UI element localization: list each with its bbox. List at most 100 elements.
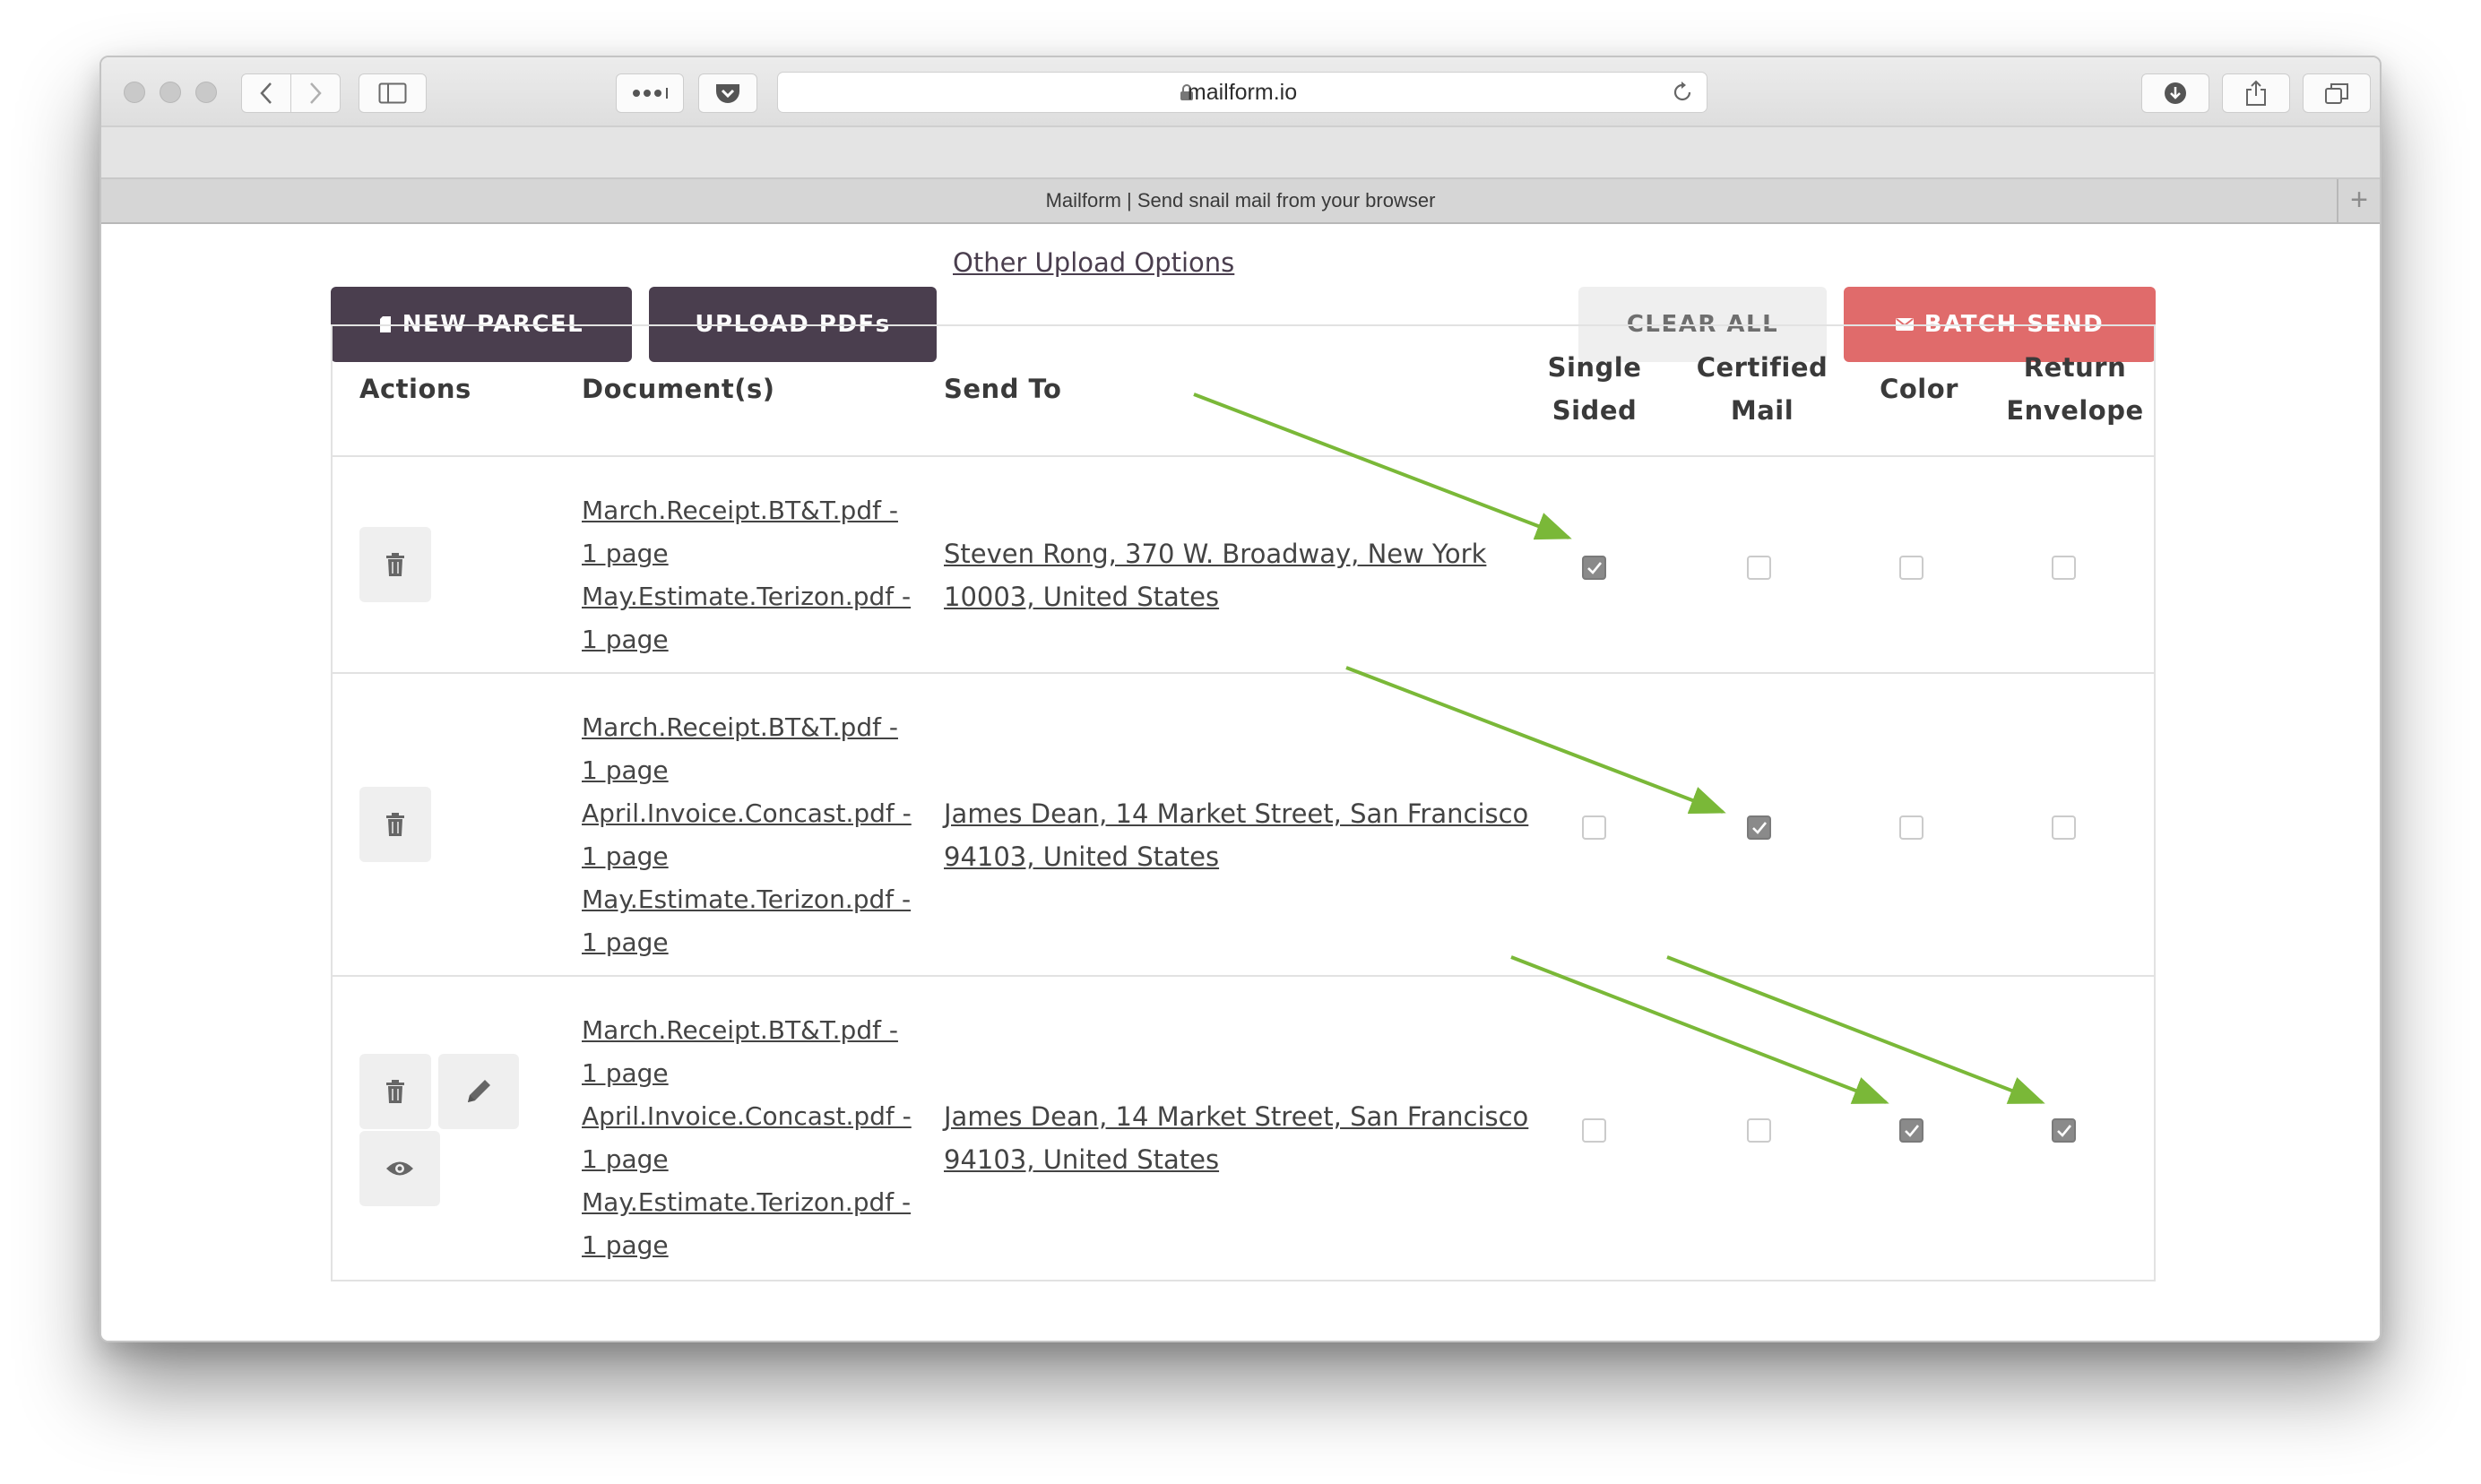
- header-single-sided-line2: Sided: [1552, 395, 1638, 426]
- return-envelope-checkbox[interactable]: [2052, 815, 2076, 840]
- share-button[interactable]: [2222, 73, 2290, 113]
- ellipsis-icon: [633, 88, 668, 99]
- browser-window: mailform.io Mailform | Send snail mail f…: [99, 56, 2382, 1342]
- header-single-sided-line1: Single: [1547, 352, 1642, 383]
- document-link[interactable]: May.Estimate.Terizon.pdf -: [582, 1181, 912, 1224]
- close-window-button[interactable]: [124, 82, 145, 103]
- document-pages-link[interactable]: 1 page: [582, 835, 912, 878]
- page-content: NEW PARCEL UPLOAD PDFs Other Upload Opti…: [101, 226, 2380, 1341]
- tab-bar: Mailform | Send snail mail from your bro…: [101, 179, 2380, 224]
- return-envelope-checkbox[interactable]: [2052, 1118, 2076, 1143]
- row-divider: [333, 672, 2154, 674]
- chevron-right-icon: [310, 82, 322, 104]
- single-sided-checkbox[interactable]: [1582, 1118, 1606, 1143]
- header-return-envelope: Return Envelope: [1993, 346, 2157, 432]
- document-list: March.Receipt.BT&T.pdf - 1 page April.In…: [582, 1009, 912, 1267]
- more-button[interactable]: [616, 73, 684, 113]
- minimize-window-button[interactable]: [160, 82, 181, 103]
- return-envelope-checkbox[interactable]: [2052, 556, 2076, 580]
- pencil-icon: [468, 1080, 490, 1102]
- header-documents: Document(s): [582, 374, 775, 404]
- row-divider: [333, 975, 2154, 977]
- forward-button[interactable]: [290, 73, 341, 113]
- preview-parcel-button[interactable]: [359, 1131, 440, 1206]
- new-tab-button[interactable]: +: [2337, 179, 2380, 222]
- address-bar[interactable]: mailform.io: [777, 72, 1707, 113]
- document-link[interactable]: May.Estimate.Terizon.pdf -: [582, 575, 911, 618]
- checkmark-icon: [2057, 1125, 2072, 1137]
- back-button[interactable]: [241, 73, 291, 113]
- document-list: March.Receipt.BT&T.pdf - 1 page April.In…: [582, 706, 912, 964]
- document-pages-link[interactable]: 1 page: [582, 1052, 912, 1095]
- header-certified-line2: Mail: [1730, 395, 1794, 426]
- document-link[interactable]: March.Receipt.BT&T.pdf -: [582, 706, 912, 749]
- tabs-icon: [2325, 83, 2348, 104]
- checkmark-icon: [1752, 822, 1768, 834]
- trash-icon: [386, 813, 404, 836]
- header-certified-mail: Certified Mail: [1677, 346, 1847, 432]
- trash-icon: [386, 553, 404, 576]
- single-sided-checkbox[interactable]: [1582, 556, 1606, 580]
- recipient-address-link[interactable]: James Dean, 14 Market Street, San Franci…: [944, 792, 1528, 878]
- color-checkbox[interactable]: [1899, 556, 1923, 580]
- recipient-address-link[interactable]: Steven Rong, 370 W. Broadway, New York 1…: [944, 532, 1486, 618]
- trash-icon: [386, 1080, 404, 1103]
- tab-active[interactable]: Mailform | Send snail mail from your bro…: [101, 179, 2380, 222]
- address-line-1: James Dean, 14 Market Street, San Franci…: [944, 798, 1529, 829]
- document-list: March.Receipt.BT&T.pdf - 1 page May.Esti…: [582, 489, 911, 661]
- header-certified-line1: Certified: [1696, 352, 1828, 383]
- browser-toolbar: mailform.io: [101, 57, 2380, 125]
- header-color: Color: [1880, 374, 1958, 404]
- certified-mail-checkbox[interactable]: [1747, 815, 1771, 840]
- zoom-window-button[interactable]: [195, 82, 217, 103]
- delete-parcel-button[interactable]: [359, 787, 431, 862]
- document-link[interactable]: April.Invoice.Concast.pdf -: [582, 1095, 912, 1138]
- certified-mail-checkbox[interactable]: [1747, 1118, 1771, 1143]
- document-pages-link[interactable]: 1 page: [582, 921, 912, 964]
- checkmark-icon: [1587, 562, 1603, 574]
- sidebar-icon: [378, 82, 407, 104]
- eye-icon: [386, 1161, 413, 1176]
- document-link[interactable]: March.Receipt.BT&T.pdf -: [582, 489, 911, 532]
- recipient-address-link[interactable]: James Dean, 14 Market Street, San Franci…: [944, 1095, 1528, 1181]
- document-pages-link[interactable]: 1 page: [582, 1224, 912, 1267]
- reload-icon[interactable]: [1671, 81, 1694, 104]
- color-checkbox[interactable]: [1899, 1118, 1923, 1143]
- address-line-1: Steven Rong, 370 W. Broadway, New York: [944, 539, 1487, 569]
- pocket-icon: [716, 84, 739, 103]
- single-sided-checkbox[interactable]: [1582, 815, 1606, 840]
- sidebar-button[interactable]: [359, 73, 427, 113]
- document-pages-link[interactable]: 1 page: [582, 749, 912, 792]
- chevron-left-icon: [260, 82, 272, 104]
- delete-parcel-button[interactable]: [359, 527, 431, 602]
- other-upload-options-link[interactable]: Other Upload Options: [953, 247, 1234, 278]
- document-pages-link[interactable]: 1 page: [582, 1138, 912, 1181]
- document-link[interactable]: March.Receipt.BT&T.pdf -: [582, 1009, 912, 1052]
- address-line-2: 94103, United States: [944, 1144, 1220, 1175]
- document-link[interactable]: April.Invoice.Concast.pdf -: [582, 792, 912, 835]
- header-send-to: Send To: [944, 374, 1062, 404]
- checkmark-icon: [1905, 1125, 1920, 1137]
- document-pages-link[interactable]: 1 page: [582, 532, 911, 575]
- download-icon: [2165, 82, 2186, 104]
- pocket-button[interactable]: [698, 73, 757, 113]
- document-pages-link[interactable]: 1 page: [582, 618, 911, 661]
- address-line-2: 94103, United States: [944, 841, 1220, 872]
- favorites-bar: [101, 125, 2380, 179]
- downloads-button[interactable]: [2141, 73, 2209, 113]
- url-host: mailform.io: [1187, 80, 1298, 105]
- header-actions: Actions: [359, 374, 471, 404]
- share-icon: [2246, 80, 2266, 106]
- header-single-sided: Single Sided: [1514, 346, 1675, 432]
- address-line-1: James Dean, 14 Market Street, San Franci…: [944, 1101, 1529, 1132]
- delete-parcel-button[interactable]: [359, 1054, 431, 1129]
- parcels-table: Actions Document(s) Send To Single Sided…: [331, 324, 2156, 1281]
- address-line-2: 10003, United States: [944, 582, 1220, 612]
- edit-parcel-button[interactable]: [438, 1054, 519, 1129]
- document-link[interactable]: May.Estimate.Terizon.pdf -: [582, 878, 912, 921]
- color-checkbox[interactable]: [1899, 815, 1923, 840]
- header-return-line1: Return: [2023, 352, 2127, 383]
- header-divider: [333, 455, 2154, 457]
- certified-mail-checkbox[interactable]: [1747, 556, 1771, 580]
- tabs-overview-button[interactable]: [2303, 73, 2371, 113]
